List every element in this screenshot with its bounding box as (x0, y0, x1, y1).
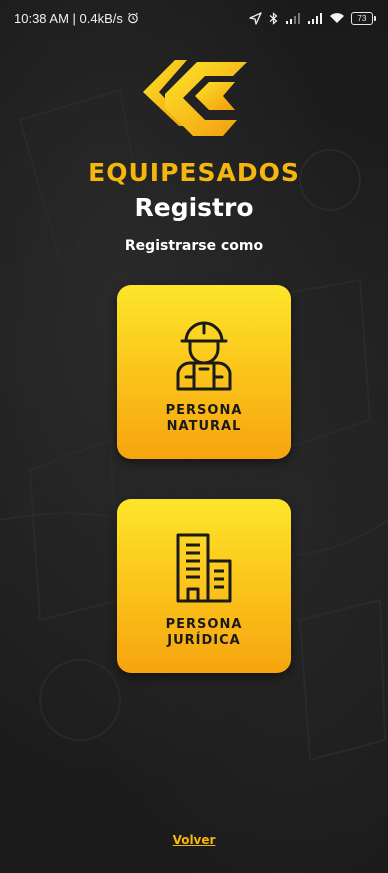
brand-name: EQUIPESADOS (88, 158, 300, 187)
registration-screen: 10:38 AM | 0.4kB/s 73 EQUIPESADOS Regist… (0, 0, 388, 873)
page-title: Registro (134, 193, 254, 222)
status-left: 10:38 AM | 0.4kB/s (14, 11, 139, 26)
signal-icon-2 (308, 13, 322, 24)
option-juridica-line2: JURÍDICA (167, 633, 241, 648)
status-right: 73 (249, 11, 376, 25)
location-arrow-icon (249, 11, 262, 25)
signal-icon-1 (286, 13, 300, 24)
persona-juridica-label: PERSONA JURÍDICA (166, 617, 243, 649)
option-natural-line1: PERSONA (165, 403, 243, 418)
option-natural-line2: NATURAL (166, 419, 242, 434)
option-juridica-line1: PERSONA (165, 617, 243, 632)
status-bar: 10:38 AM | 0.4kB/s 73 (0, 0, 388, 36)
status-time: 10:38 AM | 0.4kB/s (14, 10, 123, 26)
wifi-icon (330, 13, 344, 23)
battery-level: 73 (351, 11, 373, 25)
persona-natural-button[interactable]: PERSONA NATURAL (117, 285, 291, 459)
persona-natural-label: PERSONA NATURAL (166, 403, 243, 435)
page-subtitle: Registrarse como (124, 238, 264, 254)
building-icon (176, 533, 232, 603)
bluetooth-icon (269, 11, 278, 25)
back-link[interactable]: Volver (0, 833, 388, 847)
worker-icon (176, 321, 232, 391)
persona-juridica-button[interactable]: PERSONA JURÍDICA (117, 499, 291, 673)
logo-block: EQUIPESADOS (0, 52, 388, 187)
equipesados-logo-icon (143, 60, 247, 136)
alarm-icon (128, 12, 138, 24)
battery-icon: 73 (351, 11, 376, 25)
